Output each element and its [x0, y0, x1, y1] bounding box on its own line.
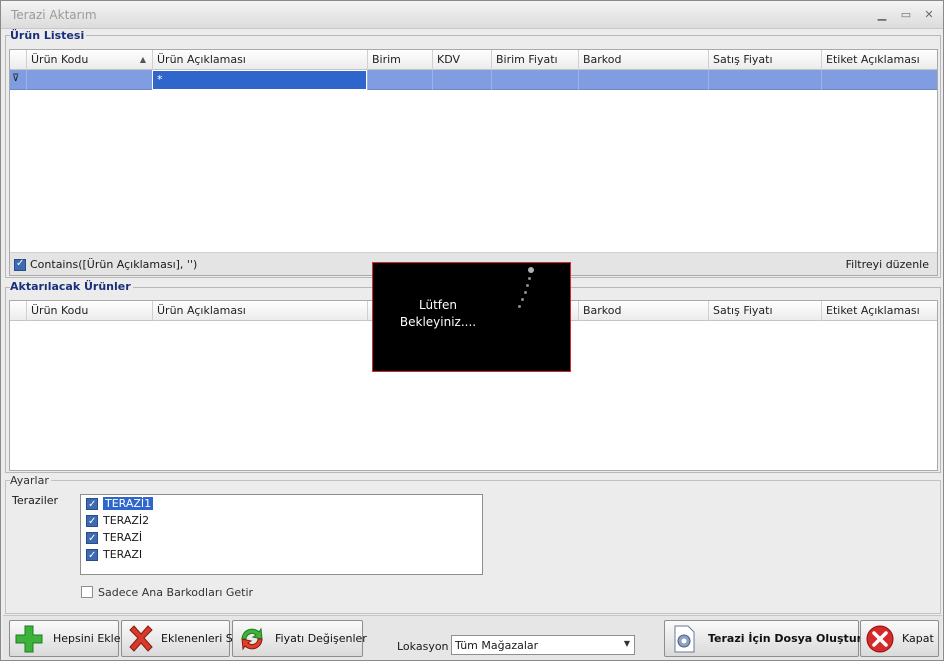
refresh-icon	[241, 627, 263, 651]
button-label: Kapat	[902, 632, 934, 645]
spinner-dot	[528, 277, 531, 280]
button-label: Eklenenleri Sil	[161, 632, 239, 645]
add-icon	[15, 625, 43, 653]
column-label: Ürün Kodu	[31, 53, 89, 66]
indicator-header	[10, 301, 26, 321]
filter-cell-urun-kodu[interactable]	[26, 70, 152, 90]
spinner-dot	[518, 305, 521, 308]
column-header-birim[interactable]: Birim	[367, 50, 432, 70]
hepsini-ekle-button[interactable]: Hepsini Ekle	[9, 620, 121, 657]
column-header-barkod[interactable]: Barkod	[578, 50, 708, 70]
column-header-etiket-aciklamasi[interactable]: Etiket Açıklaması	[821, 50, 938, 70]
column-header-kdv[interactable]: KDV	[432, 50, 491, 70]
sadece-ana-barkod-label: Sadece Ana Barkodları Getir	[98, 586, 254, 599]
filter-expression: Contains([Ürün Açıklaması], '')	[30, 258, 198, 271]
column-label: Ürün Kodu	[31, 304, 89, 317]
delete-x-icon	[129, 625, 153, 652]
button-label: Hepsini Ekle	[53, 632, 121, 645]
column-header-urun-kodu[interactable]: Ürün Kodu	[26, 301, 152, 321]
scale-item[interactable]: TERAZİ	[83, 530, 143, 547]
fiyati-degisenler-button[interactable]: Fiyatı Değişenler	[232, 620, 367, 657]
column-header-urun-kodu[interactable]: Ürün Kodu ▲	[26, 50, 152, 70]
column-label: Barkod	[583, 304, 622, 317]
column-label: Satış Fiyatı	[713, 304, 773, 317]
scale-label: TERAZİ2	[103, 514, 150, 527]
window-title: Terazi Aktarım	[11, 8, 97, 22]
scale-checkbox[interactable]	[86, 497, 98, 513]
scale-label: TERAZI	[103, 548, 143, 561]
teraziler-checklist[interactable]: TERAZİ1 TERAZİ2 TERAZİ TERAZI	[80, 494, 483, 575]
scale-item[interactable]: TERAZİ2	[83, 513, 150, 530]
column-header-satis-fiyati[interactable]: Satış Fiyatı	[708, 301, 821, 321]
filter-edit-link[interactable]: Filtreyi düzenle	[846, 258, 929, 271]
ayarlar-title: Ayarlar	[10, 474, 51, 487]
filter-cell-satis-fiyati[interactable]	[708, 70, 821, 90]
scale-label: TERAZİ	[103, 531, 143, 544]
teraziler-label: Teraziler	[12, 494, 59, 507]
column-label: KDV	[437, 53, 461, 66]
column-label: Ürün Açıklaması	[157, 304, 246, 317]
scale-item[interactable]: TERAZİ1	[83, 496, 154, 513]
urun-listesi-grid[interactable]: Ürün Kodu ▲ Ürün Açıklaması Birim KDV Bir…	[9, 49, 938, 276]
filter-cell-birim[interactable]	[367, 70, 432, 90]
filter-row-icon: ⊽	[12, 73, 20, 84]
column-header-urun-aciklamasi[interactable]: Ürün Açıklaması	[152, 50, 367, 70]
spinner-dot	[524, 291, 527, 294]
column-header-urun-aciklamasi[interactable]: Ürün Açıklaması	[152, 301, 367, 321]
column-label: Birim	[372, 53, 401, 66]
minimize-icon[interactable]: ▁	[873, 7, 891, 23]
lokasyon-value: Tüm Mağazalar	[455, 639, 539, 652]
dosya-olustur-button[interactable]: Terazi İçin Dosya Oluştur	[664, 620, 863, 657]
title-bar: Terazi Aktarım ▁ ▭ ✕	[1, 1, 943, 29]
column-label: Etiket Açıklaması	[826, 53, 920, 66]
column-header-satis-fiyati[interactable]: Satış Fiyatı	[708, 50, 821, 70]
chevron-down-icon[interactable]: ▼	[624, 639, 630, 648]
column-label: Barkod	[583, 53, 622, 66]
urun-listesi-title: Ürün Listesi	[10, 29, 87, 42]
auto-filter-row[interactable]: ⊽ *	[10, 70, 937, 90]
filter-cell-etiket-aciklamasi[interactable]	[821, 70, 938, 90]
kapat-button[interactable]: Kapat	[860, 620, 939, 657]
sort-ascending-icon: ▲	[139, 55, 146, 64]
column-label: Satış Fiyatı	[713, 53, 773, 66]
spinner-dot	[521, 298, 524, 301]
filter-cell-urun-aciklamasi[interactable]: *	[152, 70, 367, 90]
lokasyon-select[interactable]: Tüm Mağazalar ▼	[451, 635, 635, 655]
eklenenleri-sil-button[interactable]: Eklenenleri Sil	[121, 620, 239, 657]
scale-checkbox[interactable]	[86, 531, 98, 547]
button-label: Fiyatı Değişenler	[275, 632, 367, 645]
close-icon[interactable]: ✕	[920, 7, 938, 23]
column-label: Ürün Açıklaması	[157, 53, 246, 66]
loading-text: Lütfen Bekleyiniz....	[383, 297, 493, 331]
lokasyon-label: Lokasyon	[397, 640, 449, 653]
scale-item[interactable]: TERAZI	[83, 547, 143, 564]
scale-checkbox[interactable]	[86, 548, 98, 564]
spinner-dot	[526, 284, 529, 287]
filter-enable-checkbox[interactable]	[14, 258, 26, 271]
filter-cell-barkod[interactable]	[578, 70, 708, 90]
column-header-etiket-aciklamasi[interactable]: Etiket Açıklaması	[821, 301, 938, 321]
filter-cell-birim-fiyati[interactable]	[491, 70, 578, 90]
scale-checkbox[interactable]	[86, 514, 98, 530]
column-label: Etiket Açıklaması	[826, 304, 920, 317]
loading-overlay: Lütfen Bekleyiniz....	[372, 262, 571, 372]
maximize-icon[interactable]: ▭	[897, 7, 915, 23]
scale-label: TERAZİ1	[103, 497, 154, 510]
spinner-icon	[528, 267, 534, 273]
button-label: Terazi İçin Dosya Oluştur	[708, 632, 863, 645]
column-header-barkod[interactable]: Barkod	[578, 301, 708, 321]
close-circle-icon	[866, 625, 894, 653]
indicator-header	[10, 50, 26, 70]
column-label: Birim Fiyatı	[496, 53, 558, 66]
column-header-birim-fiyati[interactable]: Birim Fiyatı	[491, 50, 578, 70]
file-settings-icon	[674, 625, 695, 653]
loading-line1: Lütfen	[419, 298, 457, 312]
grid-header: Ürün Kodu ▲ Ürün Açıklaması Birim KDV Bir…	[10, 50, 937, 70]
app-window: Terazi Aktarım ▁ ▭ ✕ Ürün Listesi Ürün K…	[0, 0, 944, 661]
loading-line2: Bekleyiniz....	[399, 315, 477, 329]
filter-cell-kdv[interactable]	[432, 70, 491, 90]
aktarilacak-title: Aktarılacak Ürünler	[10, 280, 133, 293]
sadece-ana-barkod-checkbox[interactable]	[81, 586, 93, 598]
